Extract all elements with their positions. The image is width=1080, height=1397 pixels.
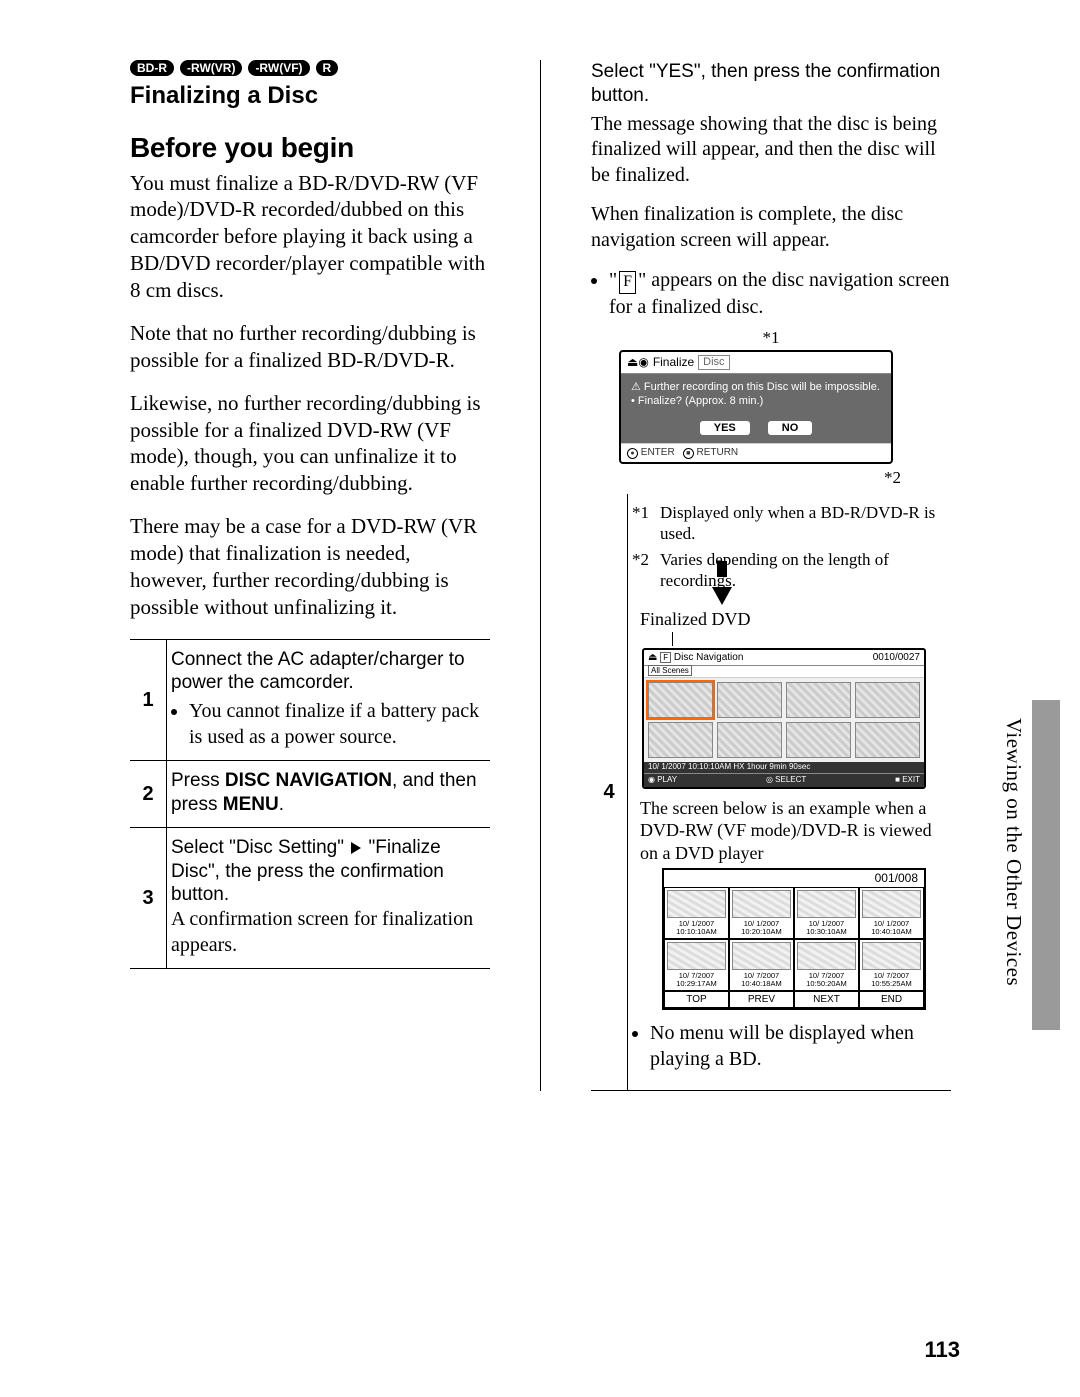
footnote-1-text: Displayed only when a BD-R/DVD-R is used… (660, 502, 947, 545)
step-3-cell: Select "Disc Setting" "Finalize Disc", t… (167, 827, 491, 968)
chapter-side-tab (1032, 700, 1060, 1030)
nav-thumb[interactable] (717, 722, 782, 758)
nav-title: Disc Navigation (674, 652, 743, 663)
step-4-f-bullet: "F" appears on the disc navigation scree… (609, 267, 951, 320)
dvd-cell[interactable]: 10/ 1/200710:10:10AM (664, 887, 729, 939)
caption-pointer-line (672, 632, 673, 646)
dvd-cell[interactable]: 10/ 1/200710:40:10AM (859, 887, 924, 939)
nav-thumbnails (644, 678, 924, 762)
column-divider (540, 60, 541, 1091)
nav-play-label: PLAY (657, 775, 677, 784)
dvd-cell[interactable]: 10/ 7/200710:29:17AM (664, 939, 729, 991)
nav-thumb[interactable] (786, 682, 851, 718)
dvd-cell[interactable]: 10/ 7/200710:55:25AM (859, 939, 924, 991)
dialog-tab-disc: Disc (698, 355, 729, 370)
step-3-instruction: Select "Disc Setting" "Finalize Disc", t… (171, 836, 486, 907)
finalized-dvd-caption: Finalized DVD (640, 609, 947, 630)
dvd-grid: 10/ 1/200710:10:10AM 10/ 1/200710:20:10A… (664, 887, 924, 991)
step-1-bullet: You cannot finalize if a battery pack is… (189, 699, 486, 750)
dvd-end-button[interactable]: END (859, 991, 924, 1008)
step-4-nomenu-bullet: No menu will be displayed when playing a… (650, 1020, 947, 1072)
step-4-number: 4 (591, 494, 628, 1090)
dialog-yes-button[interactable]: YES (700, 421, 750, 436)
nav-select-label: SELECT (775, 775, 806, 784)
heading-finalizing: Finalizing a Disc (130, 82, 490, 111)
dialog-no-button[interactable]: NO (768, 421, 813, 436)
star1-top-label: *1 (591, 328, 951, 348)
intro-para-4: There may be a case for a DVD-RW (VR mod… (130, 513, 490, 621)
step-1-cell: Connect the AC adapter/charger to power … (167, 639, 491, 761)
dialog-time-line: • Finalize? (Approx. 8 min.) (631, 394, 881, 408)
dvd-next-button[interactable]: NEXT (794, 991, 859, 1008)
nav-thumb[interactable] (855, 722, 920, 758)
dvd-cell[interactable]: 10/ 7/200710:40:18AM (729, 939, 794, 991)
nav-status-line: 10/ 1/2007 10:10:10AM HX 1hour 9min 90se… (644, 762, 924, 773)
dialog-enter-label: ENTER (641, 447, 675, 458)
nav-count: 0010/0027 (873, 652, 920, 663)
heading-before-you-begin: Before you begin (130, 133, 490, 164)
step-4-body-2: When finalization is complete, the disc … (591, 202, 951, 253)
f-icon: F (619, 271, 636, 294)
page-number: 113 (925, 1339, 961, 1361)
step-2-number: 2 (130, 761, 167, 828)
step-1-instruction: Connect the AC adapter/charger to power … (171, 648, 486, 696)
step-3-number: 3 (130, 827, 167, 968)
chapter-side-label: Viewing on the Other Devices (1001, 718, 1026, 986)
nav-all-scenes: All Scenes (648, 665, 692, 676)
nav-thumb[interactable] (648, 682, 713, 718)
dvd-count: 001/008 (664, 870, 924, 887)
right-column: Select "YES", then press the confirmatio… (591, 60, 951, 1091)
footnote-2-mark: *2 (632, 549, 660, 592)
triangle-icon (351, 842, 361, 854)
page-body: BD-R -RW(VR) -RW(VF) R Finalizing a Disc… (0, 0, 1080, 1131)
dialog-return-label: RETURN (696, 447, 738, 458)
nav-thumb[interactable] (855, 682, 920, 718)
badge-rwvf: -RW(VF) (248, 60, 309, 76)
step-1-number: 1 (130, 639, 167, 761)
dvd-cell[interactable]: 10/ 1/200710:30:10AM (794, 887, 859, 939)
step-2-instruction: Press DISC NAVIGATION, and then press ME… (171, 769, 486, 817)
intro-para-1: You must finalize a BD-R/DVD-RW (VF mode… (130, 170, 490, 304)
dvd-player-screen: 001/008 10/ 1/200710:10:10AM 10/ 1/20071… (662, 868, 926, 1010)
nav-icons: ⏏ (648, 652, 657, 663)
dialog-tab-finalize: Finalize (653, 356, 694, 370)
footnote-1-mark: *1 (632, 502, 660, 545)
finalize-dialog-screen: ⏏◉ Finalize Disc ⚠ Further recording on … (619, 350, 893, 464)
dialog-warning-line: ⚠ Further recording on this Disc will be… (631, 380, 881, 394)
dvd-prev-button[interactable]: PREV (729, 991, 794, 1008)
return-icon: ■ (683, 448, 694, 459)
dvd-cell[interactable]: 10/ 1/200710:20:10AM (729, 887, 794, 939)
intro-para-2: Note that no further recording/dubbing i… (130, 320, 490, 374)
step-4-instruction: Select "YES", then press the confirmatio… (591, 60, 951, 108)
step-4-body-1: The message showing that the disc is bei… (591, 112, 951, 189)
step-4-table: 4 *1 Displayed only when a BD-R/DVD-R is… (591, 494, 951, 1091)
step-3-body: A confirmation screen for finalization a… (171, 907, 486, 958)
intro-para-3: Likewise, no further recording/dubbing i… (130, 390, 490, 498)
dialog-icons: ⏏◉ (627, 356, 649, 370)
nav-f-tag: F (660, 652, 671, 663)
dvd-top-button[interactable]: TOP (664, 991, 729, 1008)
steps-table: 1 Connect the AC adapter/charger to powe… (130, 639, 490, 970)
step-2-cell: Press DISC NAVIGATION, and then press ME… (167, 761, 491, 828)
left-column: BD-R -RW(VR) -RW(VF) R Finalizing a Disc… (130, 60, 490, 1091)
nav-thumb[interactable] (648, 722, 713, 758)
disc-type-badges: BD-R -RW(VR) -RW(VF) R (130, 60, 490, 76)
star2-label: *2 (591, 468, 951, 488)
enter-icon: ● (627, 448, 638, 459)
nav-thumb[interactable] (717, 682, 782, 718)
badge-bdr: BD-R (130, 60, 174, 76)
badge-rwvr: -RW(VR) (180, 60, 242, 76)
disc-navigation-screen: ⏏ F Disc Navigation 0010/0027 All Scenes (642, 648, 926, 788)
dvd-player-caption: The screen below is an example when a DV… (640, 797, 947, 865)
nav-exit-label: EXIT (902, 775, 920, 784)
footnote-2-text: Varies depending on the length of record… (660, 549, 947, 592)
dvd-cell[interactable]: 10/ 7/200710:50:20AM (794, 939, 859, 991)
badge-r: R (316, 60, 339, 76)
nav-thumb[interactable] (786, 722, 851, 758)
